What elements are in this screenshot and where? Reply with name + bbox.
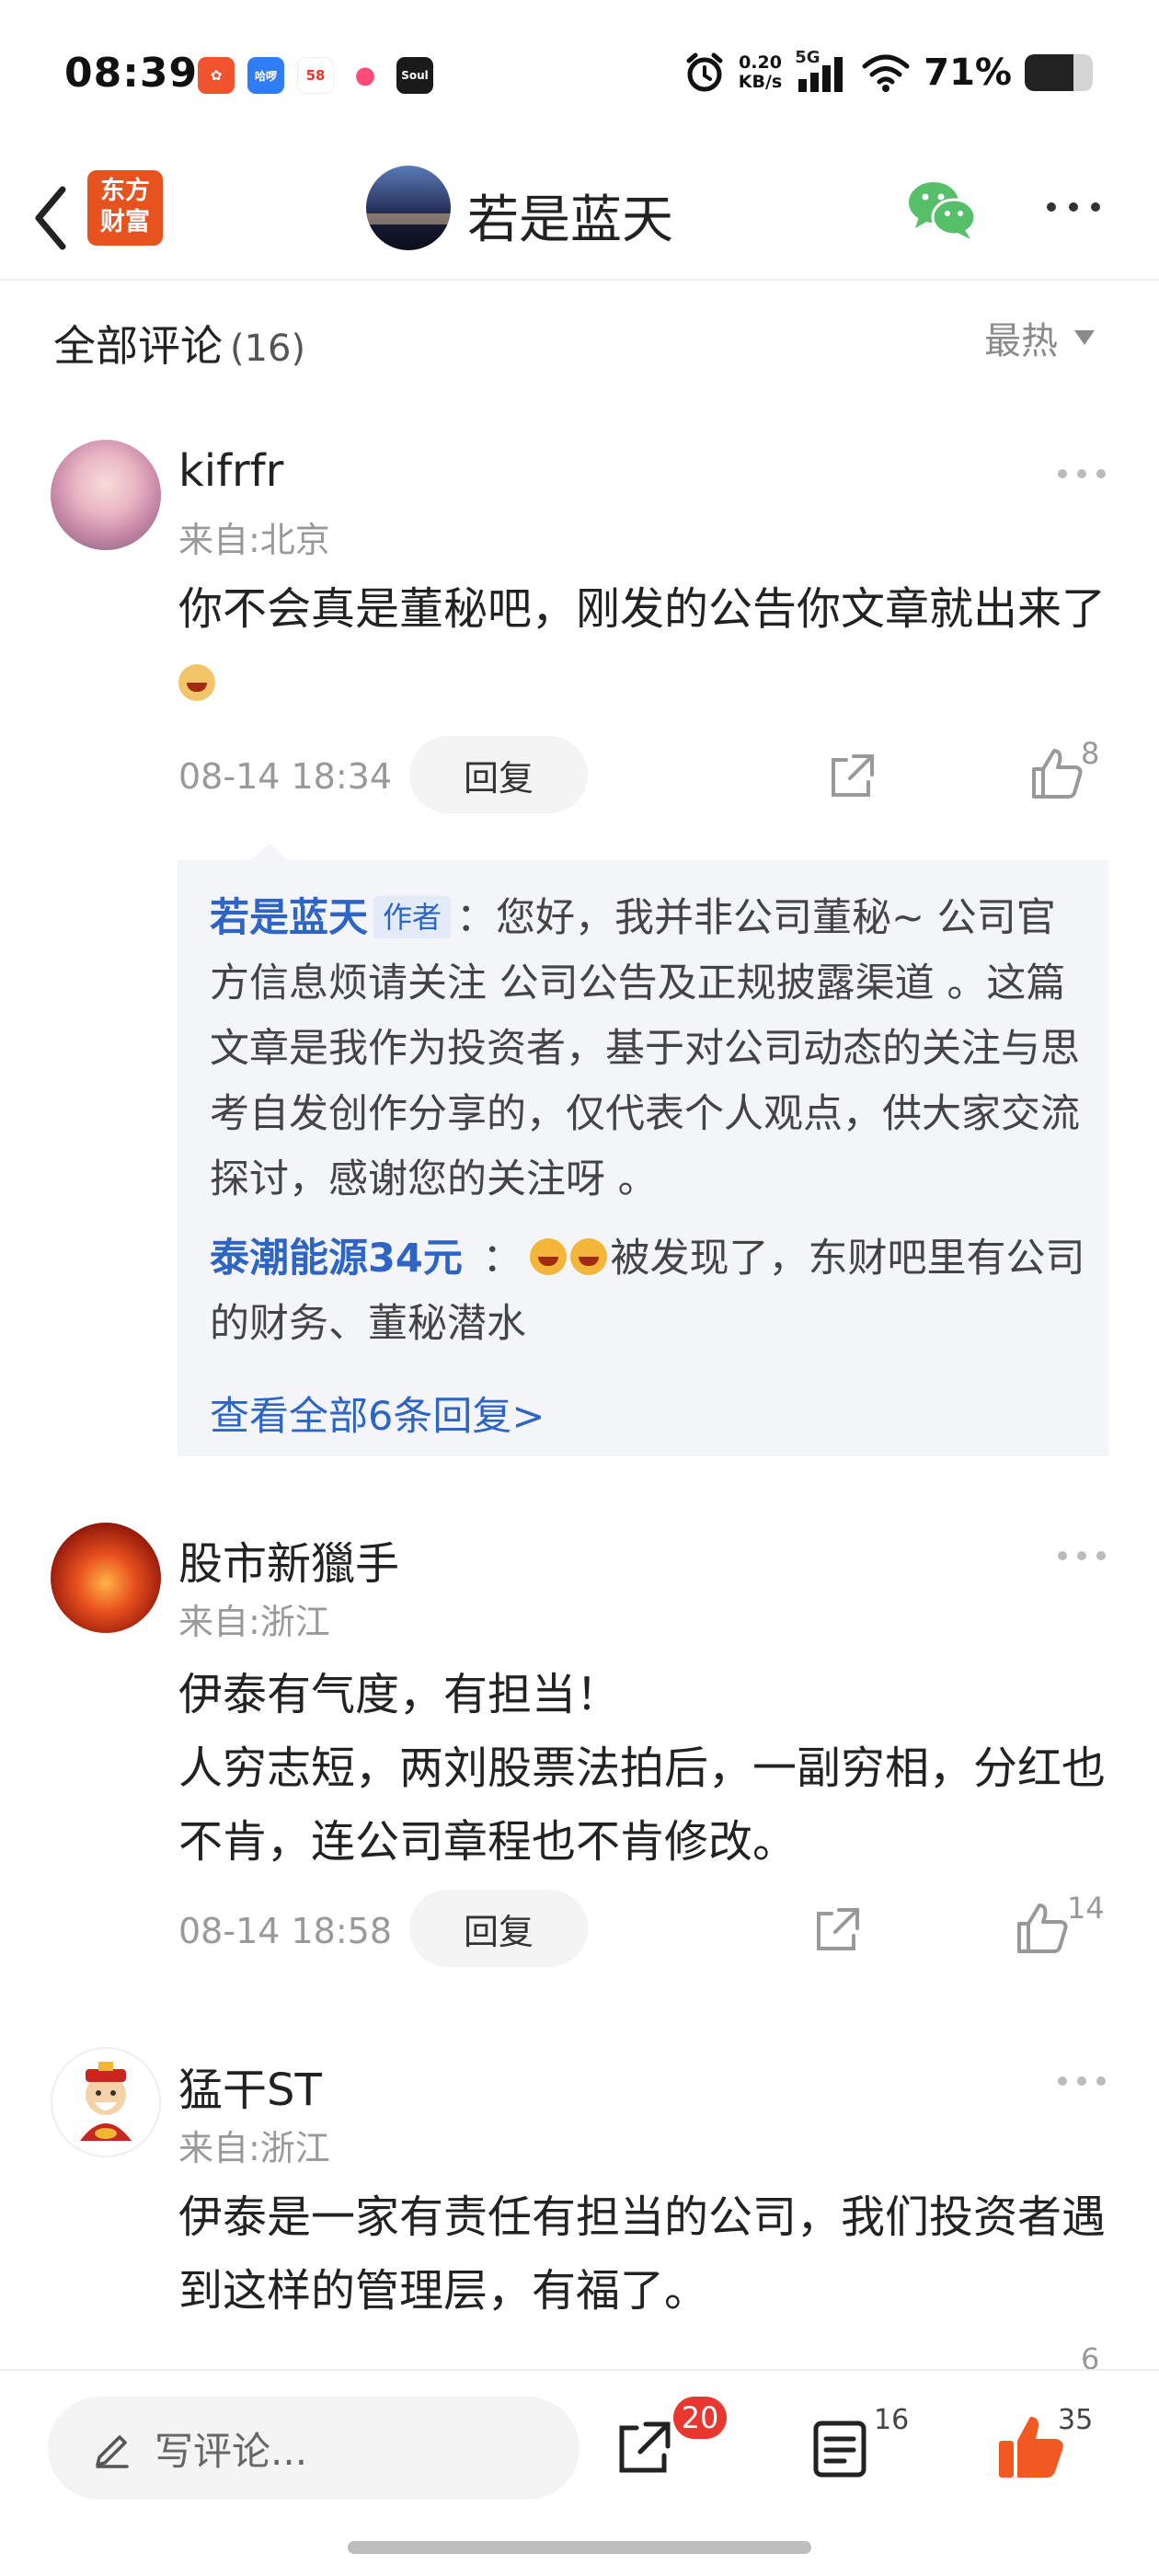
reply-item: 若是蓝天 作者 ：您好，我并非公司董秘~ 公司官方信息烦请关注 公司公告及正规披露渠… [210, 886, 1088, 1213]
status-time: 08:39 [64, 50, 199, 97]
comment-author[interactable]: kifrfr [178, 445, 283, 497]
thumbs-up-icon[interactable] [1028, 745, 1085, 800]
comment-placeholder: 写评论... [155, 2428, 308, 2474]
app-icon-3: 58 [297, 57, 334, 94]
comments-count: (16) [230, 328, 306, 370]
app-icon-2: 哈啰 [247, 57, 284, 94]
share-icon[interactable] [811, 1903, 865, 1956]
comment-text: 伊泰有气度，有担当！ 人穷志短，两刘股票法拍后，一副穷相，分红也不肯，连公司章程… [178, 1658, 1107, 1879]
comment-location: 来自:北京 [178, 520, 330, 560]
comment-text: 你不会真是董秘吧，刚发的公告你文章就出来了 [178, 572, 1107, 719]
write-comment-input[interactable]: 写评论... [48, 2397, 580, 2500]
home-indicator[interactable] [348, 2541, 811, 2554]
alarm-icon [686, 52, 723, 92]
comments-list-icon[interactable] [811, 2419, 868, 2479]
avatar[interactable] [51, 2047, 161, 2157]
reply-author[interactable]: 若是蓝天 [210, 895, 368, 941]
replies-box: 若是蓝天 作者 ：您好，我并非公司董秘~ 公司官方信息烦请关注 公司公告及正规披露渠… [178, 844, 1108, 1456]
battery-percent: 71% [924, 52, 1012, 94]
reply-author[interactable]: 泰潮能源34元 [210, 1236, 463, 1282]
wifi-icon [862, 54, 910, 92]
view-all-replies-link[interactable]: 查看全部6条回复> [210, 1385, 545, 1442]
back-arrow-icon[interactable] [26, 177, 81, 259]
comment-timestamp: 08-14 18:34 [178, 756, 393, 797]
app-icon-1: ✿ [198, 57, 235, 94]
laughing-emoji-icon [569, 1238, 607, 1275]
logo-text: 东方财富 [100, 177, 150, 236]
comments-label: 全部评论 [53, 321, 223, 371]
comment-location: 来自:浙江 [178, 2128, 330, 2168]
comment-more-icon[interactable] [1056, 2072, 1107, 2090]
share-icon[interactable] [826, 749, 879, 802]
sort-dropdown[interactable]: 最热 [984, 311, 1095, 364]
author-avatar[interactable] [366, 166, 451, 250]
page-title[interactable]: 若是蓝天 [467, 178, 673, 253]
share-count-badge: 20 [673, 2397, 727, 2439]
battery-icon [1025, 54, 1093, 91]
like-count: 8 [1081, 736, 1100, 771]
network-speed: 0.20 KB/s [739, 53, 782, 92]
comment-location: 来自:浙江 [178, 1602, 330, 1642]
wechat-share-icon[interactable] [906, 177, 978, 241]
network-speed-unit: KB/s [738, 72, 783, 92]
author-badge: 作者 [373, 896, 452, 938]
reply-button[interactable]: 回复 [409, 736, 588, 813]
app-icon-soul: Soul [396, 57, 433, 94]
app-icon-4: ● [347, 57, 384, 94]
avatar[interactable] [51, 1523, 161, 1633]
like-count: 14 [1067, 1891, 1105, 1926]
app-logo[interactable]: 东方财富 [87, 170, 163, 246]
dog-emoji-icon [178, 664, 215, 701]
status-indicators: 0.20 KB/s 5G 71% [683, 48, 1093, 94]
comment-more-icon[interactable] [1056, 465, 1107, 483]
thumbs-up-icon[interactable] [995, 2413, 1067, 2481]
comment-text: 伊泰是一家有责任有担当的公司，我们投资者遇到这样的管理层，有福了。 [178, 2191, 1107, 2317]
comment-author[interactable]: 股市新獵手 [178, 1527, 399, 1592]
comment-more-icon[interactable] [1056, 1547, 1107, 1565]
caret-down-icon [1074, 330, 1095, 345]
more-options-icon[interactable] [1044, 193, 1103, 221]
bottom-action-bar: 写评论... 20 16 35 [0, 2369, 1159, 2576]
like-count: 35 [1058, 2404, 1094, 2436]
status-bar: 08:39 ✿ 哈啰 58 ● Soul 0.20 KB/s 5G 71% [0, 0, 1159, 156]
comment-author[interactable]: 猛干ST [178, 2053, 322, 2118]
comments-heading: 全部评论 (16) [53, 313, 305, 374]
comment-text-content: 你不会真是董秘吧，刚发的公告你文章就出来了 [178, 583, 1107, 635]
share-icon[interactable] [614, 2417, 675, 2478]
pencil-icon [96, 2435, 129, 2468]
signal-icon [798, 57, 843, 92]
battery-level [1025, 54, 1073, 91]
notification-app-icons: ✿ 哈啰 58 ● Soul [198, 57, 433, 94]
comment-text-line: 人穷志短，两刘股票法拍后，一副穷相，分红也不肯，连公司章程也不肯修改。 [178, 1742, 1107, 1868]
reply-item: 泰潮能源34元 ：被发现了，东财吧里有公司的财务、董秘潜水 [210, 1236, 1085, 1347]
network-speed-value: 0.20 [739, 52, 782, 73]
comment-timestamp: 08-14 18:58 [178, 1911, 393, 1951]
laughing-emoji-icon [529, 1238, 567, 1275]
avatar[interactable] [51, 440, 161, 550]
thumbs-up-icon[interactable] [1014, 1900, 1071, 1955]
reply-text: ：您好，我并非公司董秘~ 公司官方信息烦请关注 公司公告及正规披露渠道 。这篇文… [210, 895, 1080, 1202]
cellular-signal: 5G [795, 48, 848, 94]
reply-button[interactable]: 回复 [409, 1890, 588, 1967]
fortune-god-avatar-icon [80, 2062, 132, 2141]
comment-text-line: 伊泰有气度，有担当！ [178, 1669, 621, 1720]
comments-count: 16 [874, 2404, 910, 2436]
top-nav-bar: 东方财富 若是蓝天 [0, 156, 1159, 281]
sort-label: 最热 [984, 320, 1058, 362]
